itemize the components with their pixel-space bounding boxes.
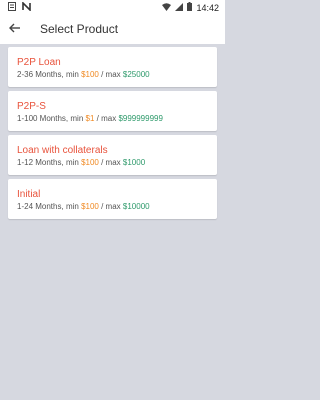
product-card-p2p-loan[interactable]: P2P Loan 2-36 Months, min $100 / max $25… bbox=[8, 47, 217, 87]
product-range: 1-12 Months, bbox=[17, 158, 64, 167]
n-icon bbox=[22, 1, 31, 13]
product-min: $1 bbox=[85, 114, 95, 123]
max-label: / max bbox=[101, 158, 121, 167]
product-range: 2-36 Months, bbox=[17, 70, 64, 79]
status-bar: 14:42 bbox=[0, 0, 225, 14]
back-arrow-icon bbox=[9, 20, 21, 38]
product-range: 1-100 Months, bbox=[17, 114, 69, 123]
product-max: $10000 bbox=[122, 202, 150, 211]
max-label: / max bbox=[101, 70, 121, 79]
product-max: $1000 bbox=[122, 158, 146, 167]
product-name: Loan with collaterals bbox=[17, 145, 108, 156]
product-min: $100 bbox=[81, 70, 99, 79]
product-min: $100 bbox=[81, 202, 99, 211]
notification-icon bbox=[8, 2, 16, 13]
status-left bbox=[8, 1, 31, 13]
product-card-p2p-s[interactable]: P2P-S 1-100 Months, min $1 / max $999999… bbox=[8, 91, 217, 131]
max-label: / max bbox=[96, 114, 117, 123]
product-terms: 1-100 Months, min $1 / max $999999999 bbox=[17, 114, 163, 124]
min-label: min bbox=[65, 70, 79, 79]
battery-icon bbox=[187, 2, 193, 13]
product-name: P2P-S bbox=[17, 101, 46, 112]
product-name: Initial bbox=[17, 189, 41, 200]
product-max: $999999999 bbox=[118, 114, 163, 123]
status-right: 14:42 bbox=[162, 2, 219, 13]
min-label: min bbox=[65, 158, 79, 167]
product-range: 1-24 Months, bbox=[17, 202, 64, 211]
product-min: $100 bbox=[81, 158, 99, 167]
signal-icon bbox=[175, 2, 184, 13]
product-card-initial[interactable]: Initial 1-24 Months, min $100 / max $100… bbox=[8, 179, 217, 219]
wifi-icon bbox=[162, 2, 172, 13]
page-title: Select Product bbox=[40, 22, 119, 36]
max-label: / max bbox=[101, 202, 121, 211]
back-button[interactable] bbox=[6, 20, 24, 38]
product-name: P2P Loan bbox=[17, 57, 61, 68]
min-label: min bbox=[65, 202, 79, 211]
product-terms: 2-36 Months, min $100 / max $25000 bbox=[17, 70, 150, 80]
app-bar: Select Product bbox=[0, 14, 225, 44]
product-list: P2P Loan 2-36 Months, min $100 / max $25… bbox=[8, 47, 217, 223]
product-terms: 1-24 Months, min $100 / max $10000 bbox=[17, 202, 150, 212]
min-label: min bbox=[70, 114, 84, 123]
product-terms: 1-12 Months, min $100 / max $1000 bbox=[17, 158, 145, 168]
status-time: 14:42 bbox=[196, 2, 219, 13]
product-card-loan-with-collaterals[interactable]: Loan with collaterals 1-12 Months, min $… bbox=[8, 135, 217, 175]
product-max: $25000 bbox=[122, 70, 150, 79]
